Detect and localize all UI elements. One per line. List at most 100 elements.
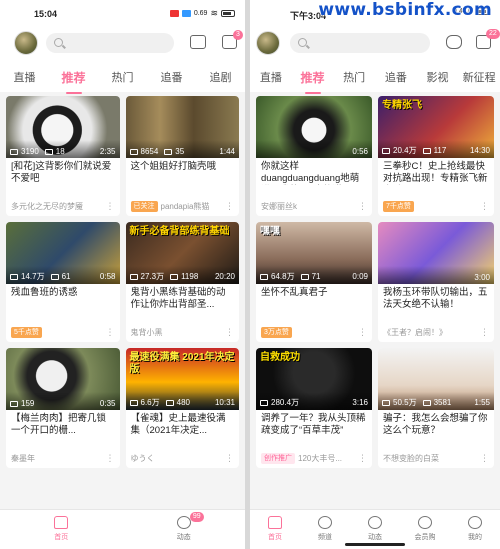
search-input[interactable] — [290, 33, 430, 53]
mall-icon — [418, 516, 432, 529]
video-card[interactable]: 嘿嘿 64.8万 71 0:09 坐怀不乱真君子 3万点赞 ⋮ — [256, 222, 372, 342]
video-card[interactable]: 新手必备背部练背基础 27.3万 1198 20:20 鬼背小黑练背基础的动作让你炸出背… — [125, 222, 240, 342]
more-options-icon[interactable]: ⋮ — [225, 327, 234, 338]
uploader-name[interactable]: 安娜丽丝k — [261, 201, 297, 212]
video-card[interactable]: 专精张飞 20.4万 117 14:30 三拳秒C！史上抢线最快对抗路出现！专精张飞新赛… — [378, 96, 494, 216]
video-stats: 3:00 — [382, 273, 490, 282]
more-options-icon[interactable]: ⋮ — [358, 327, 367, 338]
more-options-icon[interactable]: ⋮ — [358, 453, 367, 464]
uploader-name[interactable]: 120大丰号... — [298, 453, 342, 464]
video-thumbnail[interactable]: 新手必备背部练背基础 27.3万 1198 20:20 — [125, 222, 239, 284]
video-title[interactable]: 你就这样duangduangduang地萌进了我的心![大熊猫... — [256, 158, 372, 185]
game-icon[interactable] — [446, 35, 462, 49]
video-card[interactable]: 159 0:35 【梅兰肉肉】把寄几锁 一个开口的栅... 秦墨年 ⋮ — [6, 348, 120, 468]
tab-2[interactable]: 热门 — [333, 69, 375, 85]
channel-icon — [318, 516, 332, 529]
video-thumbnail[interactable]: 0:56 — [256, 96, 372, 158]
tab-5[interactable]: 新征程 — [458, 69, 500, 85]
video-thumbnail[interactable]: 3190 18 2:35 — [6, 96, 120, 158]
video-thumbnail[interactable]: 自救成功 280.4万 3:16 — [256, 348, 372, 410]
video-title[interactable]: 残血鲁班的诱惑 — [6, 284, 120, 311]
nav-item-1[interactable]: 频道 — [300, 510, 350, 549]
status-icons: 0.69 ≋ — [169, 8, 235, 19]
nav-item-0[interactable]: 首页 — [250, 510, 300, 549]
danmaku-count: 117 — [433, 146, 447, 155]
video-stats: 0:56 — [260, 147, 368, 156]
video-title[interactable]: 鬼背小黑练背基础的动作让你炸出背部圣... — [126, 284, 240, 311]
uploader-name[interactable]: 多元化之无尽的梦魇 — [11, 201, 83, 212]
video-card[interactable]: 8654 35 1:44 这个姐姐好打脑壳哦 已关注 pandapia熊猫 ⋮ — [125, 96, 240, 216]
video-title[interactable]: 调养了一年？我从头顶稀疏变成了“百草丰茂” — [256, 410, 372, 437]
video-card[interactable]: 3190 18 2:35 [和花]这背影你们就说爱不爱吧多元化之无尽的梦魇 ⋮ — [6, 96, 120, 216]
video-title[interactable]: 【雀魂】史上最速役满集（2021年决定... — [126, 410, 240, 437]
video-title[interactable]: 骗子：我怎么会想骗了你这么个玩意？ — [378, 410, 494, 437]
video-title[interactable]: 坐怀不乱真君子 — [256, 284, 372, 311]
tab-0[interactable]: 直播 — [250, 69, 292, 85]
uploader-name[interactable]: 秦墨年 — [11, 453, 35, 464]
uploader-name[interactable]: 不想变脸的白菜 — [383, 453, 439, 464]
avatar[interactable] — [14, 31, 38, 55]
more-options-icon[interactable]: ⋮ — [225, 201, 234, 212]
video-tag: 3万点赞 — [261, 327, 292, 338]
video-card[interactable]: 最速役满集 2021年决定版 6.6万 480 10:31 【雀魂】史上最速役满集（20… — [125, 348, 240, 468]
nav-item-4[interactable]: 我的 — [450, 510, 500, 549]
tab-1[interactable]: 推荐 — [49, 69, 98, 94]
more-options-icon[interactable]: ⋮ — [106, 453, 115, 464]
video-duration: 0:56 — [352, 147, 368, 156]
video-card[interactable]: 3:00 我杨玉环带队切输出，五法天女绝不认输！ 《王者？启闹！》 ⋮ — [378, 222, 494, 342]
video-thumbnail[interactable]: 嘿嘿 64.8万 71 0:09 — [256, 222, 372, 284]
search-input[interactable] — [46, 33, 174, 53]
video-meta: 安娜丽丝k — [261, 201, 297, 212]
tab-4[interactable]: 影视 — [417, 69, 459, 85]
avatar[interactable] — [256, 31, 280, 55]
video-title[interactable]: 三拳秒C！史上抢线最快对抗路出现！专精张飞新赛季飞飞 — [378, 158, 494, 185]
video-thumbnail[interactable]: 专精张飞 20.4万 117 14:30 — [378, 96, 494, 158]
video-thumbnail[interactable]: 14.7万 61 0:58 — [6, 222, 120, 284]
video-card[interactable]: 自救成功 280.4万 3:16 调养了一年？我从头顶稀疏变成了“百草丰茂” 创作推广 1… — [256, 348, 372, 468]
nav-label: 我的 — [468, 534, 482, 541]
video-duration: 14:30 — [469, 146, 490, 155]
more-options-icon[interactable]: ⋮ — [106, 201, 115, 212]
tab-4[interactable]: 追剧 — [196, 69, 245, 85]
video-meta: 不想变脸的白菜 — [383, 453, 439, 464]
tab-0[interactable]: 直播 — [0, 69, 49, 85]
tab-1[interactable]: 推荐 — [292, 69, 334, 94]
nav-item-0[interactable]: 首页 — [0, 510, 123, 549]
video-stats: 8654 35 1:44 — [129, 147, 235, 156]
download-icon[interactable] — [190, 35, 206, 49]
video-stats: 27.3万 1198 20:20 — [129, 271, 235, 282]
video-thumbnail[interactable]: 8654 35 1:44 — [125, 96, 239, 158]
video-title[interactable]: 我杨玉环带队切输出，五法天女绝不认输！ — [378, 284, 494, 311]
video-card[interactable]: 14.7万 61 0:58 残血鲁班的诱惑 5千点赞 ⋮ — [6, 222, 120, 342]
more-options-icon[interactable]: ⋮ — [106, 327, 115, 338]
top-bar: 3 — [0, 26, 245, 75]
video-title[interactable]: 【梅兰肉肉】把寄几锁 一个开口的栅... — [6, 410, 120, 437]
tab-3[interactable]: 追番 — [147, 69, 196, 85]
play-count-icon — [260, 399, 268, 406]
network-speed: 0.69 — [193, 10, 208, 17]
tab-2[interactable]: 热门 — [98, 69, 147, 85]
video-title[interactable]: 这个姐姐好打脑壳哦 — [126, 158, 240, 185]
video-thumbnail[interactable]: 159 0:35 — [6, 348, 120, 410]
more-options-icon[interactable]: ⋮ — [480, 201, 489, 212]
more-options-icon[interactable]: ⋮ — [480, 453, 489, 464]
more-options-icon[interactable]: ⋮ — [480, 327, 489, 338]
video-card[interactable]: 0:56 你就这样duangduangduang地萌进了我的心![大熊猫... 安娜… — [256, 96, 372, 216]
uploader-name[interactable]: pandapia熊猫 — [161, 201, 210, 212]
uploader-name[interactable]: 《王者？启闹！》 — [383, 327, 447, 338]
video-thumbnail[interactable]: 50.5万 3581 1:55 — [378, 348, 494, 410]
play-count-icon — [10, 400, 18, 407]
uploader-name[interactable]: 鬼背小黑 — [131, 327, 163, 338]
nav-item-3[interactable]: 会员购 — [400, 510, 450, 549]
video-card[interactable]: 50.5万 3581 1:55 骗子：我怎么会想骗了你这么个玩意？ 不想变脸的白菜 ⋮ — [378, 348, 494, 468]
more-options-icon[interactable]: ⋮ — [358, 201, 367, 212]
activity-icon — [176, 516, 191, 529]
uploader-name[interactable]: ゆうく — [131, 453, 155, 464]
nav-item-1[interactable]: 动态 99 — [123, 510, 246, 549]
battery-icon — [221, 10, 235, 17]
more-options-icon[interactable]: ⋮ — [225, 453, 234, 464]
tab-3[interactable]: 追番 — [375, 69, 417, 85]
video-title[interactable]: [和花]这背影你们就说爱不爱吧 — [6, 158, 120, 185]
video-thumbnail[interactable]: 3:00 — [378, 222, 494, 284]
video-thumbnail[interactable]: 最速役满集 2021年决定版 6.6万 480 10:31 — [125, 348, 239, 410]
